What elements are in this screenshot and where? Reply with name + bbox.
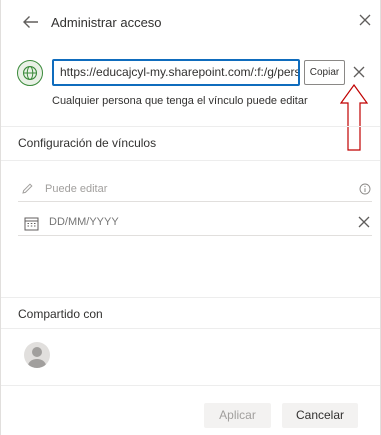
shared-with-title: Compartido con <box>18 307 103 321</box>
divider <box>1 160 380 161</box>
link-settings-title: Configuración de vínculos <box>18 136 157 150</box>
link-url-field[interactable]: https://educajcyl-my.sharepoint.com/:f:/… <box>52 59 300 86</box>
panel-header: Administrar acceso <box>1 0 380 42</box>
permission-label: Puede editar <box>45 183 108 195</box>
permission-dropdown[interactable]: Puede editar <box>18 178 372 202</box>
divider <box>1 328 380 329</box>
expiration-date-row <box>18 211 372 236</box>
pencil-icon <box>22 183 33 194</box>
link-row: https://educajcyl-my.sharepoint.com/:f:/… <box>17 59 372 87</box>
divider <box>1 297 380 298</box>
close-icon[interactable] <box>356 11 374 29</box>
footer-divider <box>1 385 380 386</box>
expiration-date-input[interactable] <box>49 216 329 228</box>
apply-button[interactable]: Aplicar <box>204 403 271 428</box>
link-description: Cualquier persona que tenga el vínculo p… <box>52 95 308 107</box>
manage-access-panel: Administrar acceso https://educajcyl-my.… <box>0 0 381 435</box>
divider <box>1 126 380 127</box>
person-avatar-icon <box>24 342 50 368</box>
page-title: Administrar acceso <box>51 15 162 30</box>
cancel-button[interactable]: Cancelar <box>282 403 358 428</box>
globe-icon <box>17 60 43 86</box>
info-icon[interactable] <box>359 183 371 195</box>
clear-date-icon[interactable] <box>356 214 372 230</box>
copy-button[interactable]: Copiar <box>304 60 345 85</box>
calendar-icon[interactable] <box>24 216 39 231</box>
remove-link-icon[interactable] <box>350 63 368 81</box>
red-up-arrow-annotation <box>340 84 368 151</box>
back-arrow-icon[interactable] <box>21 12 41 32</box>
